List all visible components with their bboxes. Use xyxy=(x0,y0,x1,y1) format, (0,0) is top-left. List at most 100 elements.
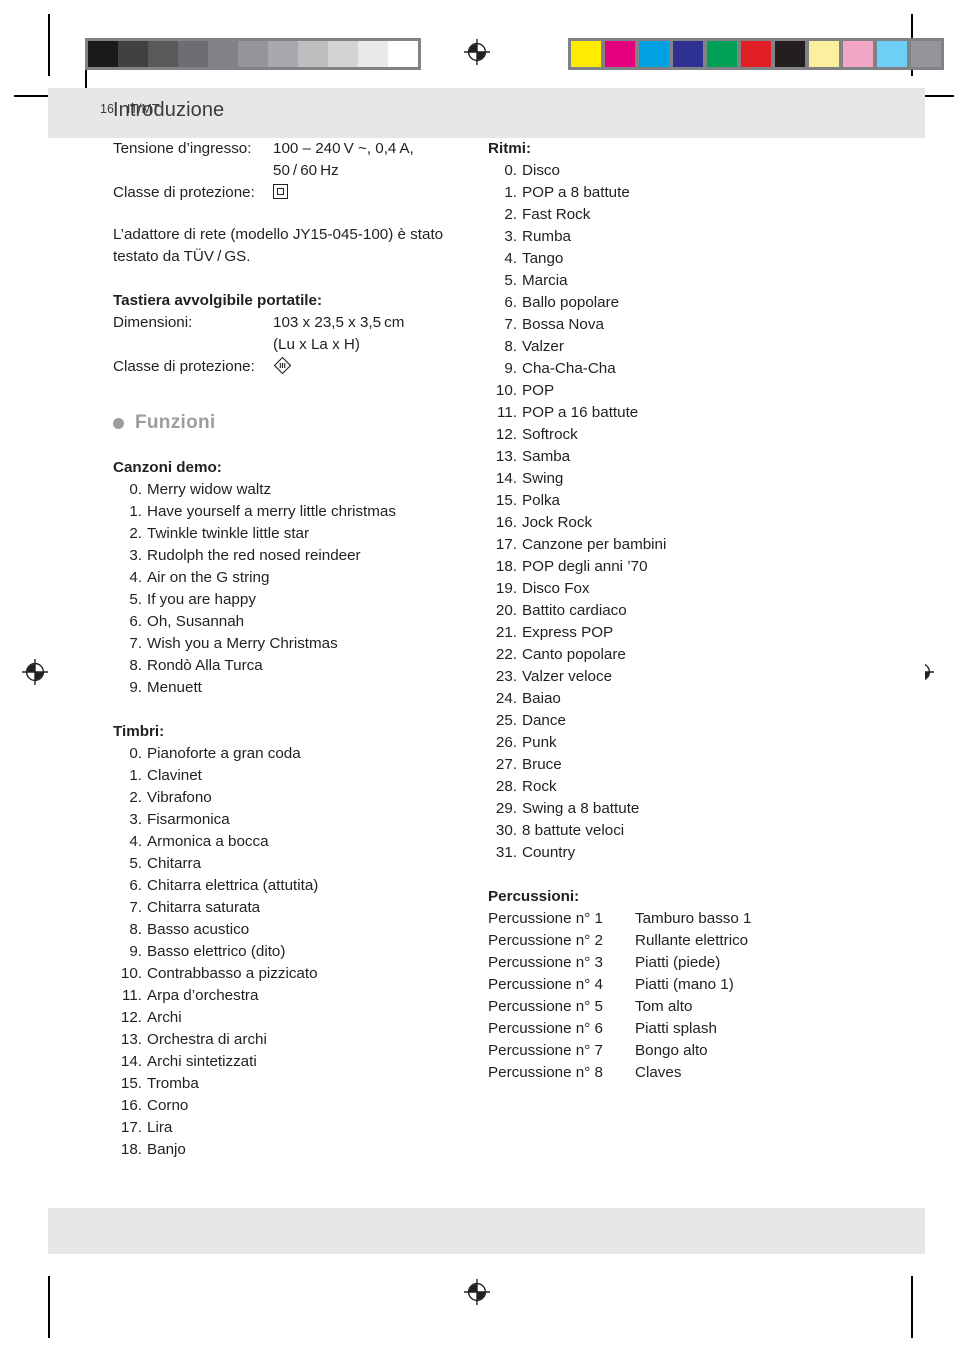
list-item-number: 11. xyxy=(122,987,142,1004)
color-patch xyxy=(707,41,737,67)
crop-mark-top-left-vertical xyxy=(48,14,50,76)
list-item-label: Wish you a Merry Christmas xyxy=(147,635,338,652)
list-item: 5. Chitarra xyxy=(113,853,488,875)
list-item-label: Tango xyxy=(522,250,564,267)
list-item-label: Archi xyxy=(147,1009,182,1026)
list-item: 28. Rock xyxy=(488,776,908,798)
list-item-number: 1. xyxy=(129,767,142,784)
list-item-number: 2. xyxy=(129,789,142,806)
functions-section-heading: Funzioni xyxy=(113,412,488,434)
list-item: 0. Pianoforte a gran coda xyxy=(113,743,488,765)
percussion-row: Percussione n° 6 Piatti splash xyxy=(488,1018,908,1040)
grayscale-patch xyxy=(268,41,298,67)
list-item: 7. Chitarra saturata xyxy=(113,897,488,919)
list-item: 12. Softrock xyxy=(488,424,908,446)
list-item-label: Bossa Nova xyxy=(522,316,604,333)
percussion-slot-label: Percussione n° 5 xyxy=(488,998,603,1015)
list-item-label: Tromba xyxy=(147,1075,199,1092)
list-item: 18. Banjo xyxy=(113,1139,488,1161)
list-item-number: 3. xyxy=(504,228,517,245)
list-item: 17. Canzone per bambini xyxy=(488,534,908,556)
list-item-number: 15. xyxy=(120,1075,142,1092)
list-item-label: Marcia xyxy=(522,272,568,289)
list-item: 27. Bruce xyxy=(488,754,908,776)
list-item-number: 5. xyxy=(129,591,142,608)
list-item: 16. Jock Rock xyxy=(488,512,908,534)
input-voltage-value: 100 – 240 V ~, 0,4 A, 50 / 60 Hz xyxy=(273,138,488,182)
page-content: Tensione d’ingresso: 100 – 240 V ~, 0,4 … xyxy=(48,138,925,1208)
footer-page-number: 16 xyxy=(100,102,114,116)
list-item-label: Jock Rock xyxy=(522,514,593,531)
list-item: 26. Punk xyxy=(488,732,908,754)
list-item: 14. Archi sintetizzati xyxy=(113,1051,488,1073)
crop-mark-left-top-horizontal xyxy=(14,95,48,97)
list-item: 17. Lira xyxy=(113,1117,488,1139)
grayscale-patch xyxy=(388,41,418,67)
percussion-slot-label: Percussione n° 6 xyxy=(488,1020,603,1037)
keyboard-protection-class-value xyxy=(273,356,488,378)
color-patch xyxy=(877,41,907,67)
list-item-number: 17. xyxy=(120,1119,142,1136)
grayscale-patch xyxy=(88,41,118,67)
list-item: 24. Baiao xyxy=(488,688,908,710)
percussion-sound-name: Rullante elettrico xyxy=(635,932,749,949)
list-item-label: POP a 16 battute xyxy=(522,404,639,421)
list-item-number: 6. xyxy=(129,613,142,630)
list-item-number: 24. xyxy=(495,690,517,707)
list-item-label: Oh, Susannah xyxy=(147,613,245,630)
list-item-number: 9. xyxy=(504,360,517,377)
list-item-number: 10. xyxy=(495,382,517,399)
list-item-number: 15. xyxy=(495,492,517,509)
list-item: 31. Country xyxy=(488,842,908,864)
list-item: 4. Tango xyxy=(488,248,908,270)
list-item-number: 21. xyxy=(495,624,517,641)
list-item: 21. Express POP xyxy=(488,622,908,644)
list-item-number: 9. xyxy=(129,679,142,696)
list-item-label: Clavinet xyxy=(147,767,202,784)
spec-row-protection-class-keyboard: Classe di protezione: xyxy=(113,356,488,378)
list-item-number: 14. xyxy=(120,1053,142,1070)
list-item-label: Rock xyxy=(522,778,557,795)
percussion-heading: Percussioni: xyxy=(488,888,580,905)
list-item-label: Chitarra xyxy=(147,855,202,872)
list-item: 8. Basso acustico xyxy=(113,919,488,941)
grayscale-step-wedge xyxy=(85,38,421,70)
list-item-number: 30. xyxy=(495,822,517,839)
list-item-label: Chitarra saturata xyxy=(147,899,261,916)
list-item: 16. Corno xyxy=(113,1095,488,1117)
list-item-label: POP xyxy=(522,382,555,399)
grayscale-patch xyxy=(328,41,358,67)
list-item-number: 29. xyxy=(495,800,517,817)
bullet-dot-icon xyxy=(113,417,124,429)
list-item: 22. Canto popolare xyxy=(488,644,908,666)
list-item-number: 3. xyxy=(129,811,142,828)
list-item: 13. Samba xyxy=(488,446,908,468)
list-item-number: 18. xyxy=(495,558,517,575)
list-item-number: 22. xyxy=(495,646,517,663)
list-item: 2. Twinkle twinkle little star xyxy=(113,523,488,545)
timbres-heading: Timbri: xyxy=(113,723,165,740)
list-item-number: 11. xyxy=(497,404,517,421)
list-item-label: 8 battute veloci xyxy=(522,822,625,839)
list-item: 4. Air on the G string xyxy=(113,567,488,589)
list-item-label: Menuett xyxy=(147,679,202,696)
list-item: 11. Arpa d’orchestra xyxy=(113,985,488,1007)
list-item-label: Valzer veloce xyxy=(522,668,613,685)
list-item: 6. Oh, Susannah xyxy=(113,611,488,633)
demo-songs-list: 0. Merry widow waltz 1. Have yourself a mer… xyxy=(113,479,488,699)
percussion-row: Percussione n° 8 Claves xyxy=(488,1062,908,1084)
rhythms-list: 0. Disco 1. POP a 8 battute 2. Fast Rock 3. Rum… xyxy=(488,160,908,864)
adapter-note: L’adattore di rete (modello JY15-045-100… xyxy=(113,226,444,265)
list-item: 6. Chitarra elettrica (attutita) xyxy=(113,875,488,897)
list-item-label: Cha-Cha-Cha xyxy=(522,360,616,377)
list-item-label: Merry widow waltz xyxy=(147,481,272,498)
list-item-number: 6. xyxy=(504,294,517,311)
functions-section-title: Funzioni xyxy=(135,412,216,433)
color-patch xyxy=(673,41,703,67)
list-item: 2. Vibrafono xyxy=(113,787,488,809)
spec-row-protection-class-adapter: Classe di protezione: xyxy=(113,182,488,204)
list-item: 5. Marcia xyxy=(488,270,908,292)
list-item: 30. 8 battute veloci xyxy=(488,820,908,842)
list-item: 29. Swing a 8 battute xyxy=(488,798,908,820)
